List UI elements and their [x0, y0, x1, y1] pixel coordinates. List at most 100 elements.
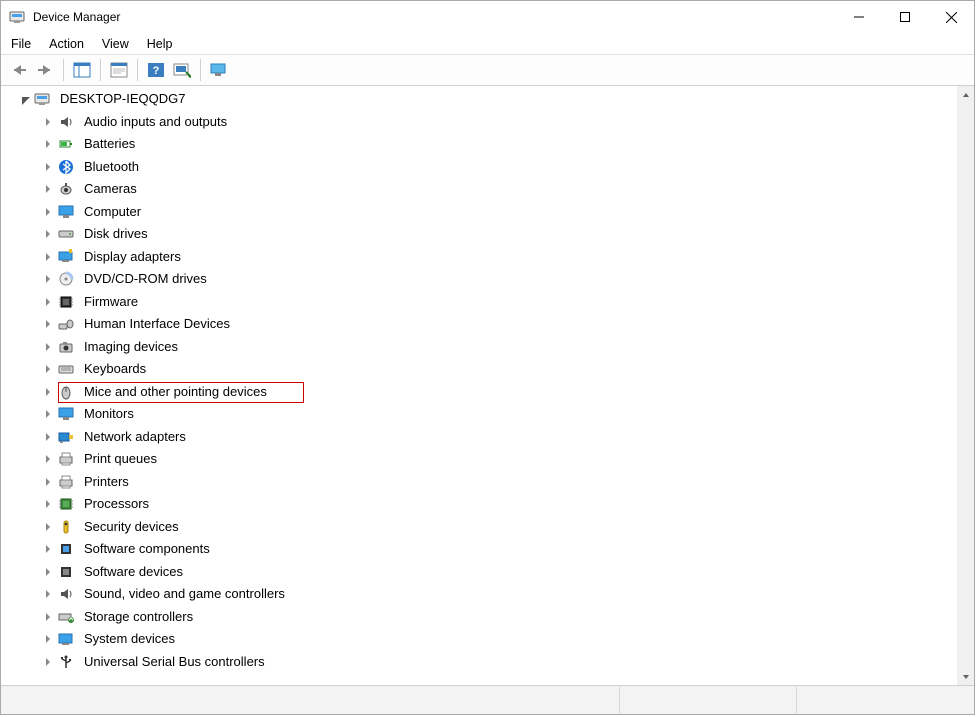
expand-toggle-icon[interactable]: [41, 632, 55, 646]
tree-item-network-adapters[interactable]: Network adapters: [5, 426, 957, 449]
tree-item-security-devices[interactable]: Security devices: [5, 516, 957, 539]
computer-icon: [57, 203, 75, 221]
expand-toggle-icon[interactable]: [41, 407, 55, 421]
expand-toggle-icon[interactable]: [41, 497, 55, 511]
software-components-icon: [57, 540, 75, 558]
toolbar-scan-hardware-button[interactable]: [170, 58, 194, 82]
toolbar-devices-and-printers-button[interactable]: [207, 58, 231, 82]
tree-item-software-devices[interactable]: Software devices: [5, 561, 957, 584]
tree-item-display-adapters[interactable]: Display adapters: [5, 246, 957, 269]
scroll-up-arrow[interactable]: [957, 86, 974, 103]
tree-item-imaging-devices[interactable]: Imaging devices: [5, 336, 957, 359]
expand-toggle-icon[interactable]: [41, 205, 55, 219]
expand-toggle-icon[interactable]: [41, 565, 55, 579]
tree-item-audio-inputs-and-outputs[interactable]: Audio inputs and outputs: [5, 111, 957, 134]
toolbar-help-button[interactable]: ?: [144, 58, 168, 82]
tree-item-label: Human Interface Devices: [81, 312, 233, 336]
cameras-icon: [57, 180, 75, 198]
menu-view[interactable]: View: [102, 37, 129, 51]
content-area: DESKTOP-IEQQDG7Audio inputs and outputsB…: [1, 86, 974, 686]
expand-toggle-icon[interactable]: [41, 385, 55, 399]
dvd-cd-rom-drives-icon: [57, 270, 75, 288]
expand-toggle-icon[interactable]: [41, 362, 55, 376]
tree-item-human-interface-devices[interactable]: Human Interface Devices: [5, 313, 957, 336]
tree-item-printers[interactable]: Printers: [5, 471, 957, 494]
expand-toggle-icon[interactable]: [41, 430, 55, 444]
tree-item-label: System devices: [81, 627, 178, 651]
tree-item-sound-video-and-game-controllers[interactable]: Sound, video and game controllers: [5, 583, 957, 606]
toolbar-show-hide-tree-button[interactable]: [70, 58, 94, 82]
expand-toggle-icon[interactable]: [41, 317, 55, 331]
menu-action[interactable]: Action: [49, 37, 84, 51]
expand-toggle-icon[interactable]: [41, 115, 55, 129]
tree-item-bluetooth[interactable]: Bluetooth: [5, 156, 957, 179]
expand-toggle-icon[interactable]: [41, 475, 55, 489]
tree-item-dvd-cd-rom-drives[interactable]: DVD/CD-ROM drives: [5, 268, 957, 291]
toolbar-separator: [100, 59, 101, 81]
statusbar: [1, 686, 974, 714]
tree-item-label: Bluetooth: [81, 155, 142, 179]
toolbar-separator: [63, 59, 64, 81]
scroll-track[interactable]: [957, 103, 974, 668]
tree-item-label: Disk drives: [81, 222, 151, 246]
system-devices-icon: [57, 630, 75, 648]
expand-toggle-icon[interactable]: [41, 272, 55, 286]
expand-toggle-icon[interactable]: [41, 655, 55, 669]
tree-item-label: DVD/CD-ROM drives: [81, 267, 210, 291]
expand-toggle-icon[interactable]: [41, 227, 55, 241]
tree-item-firmware[interactable]: Firmware: [5, 291, 957, 314]
network-adapters-icon: [57, 428, 75, 446]
tree-item-label: Batteries: [81, 132, 138, 156]
tree-root-node[interactable]: DESKTOP-IEQQDG7: [5, 88, 957, 111]
sound-video-and-game-controllers-icon: [57, 585, 75, 603]
processors-icon: [57, 495, 75, 513]
tree-item-storage-controllers[interactable]: Storage controllers: [5, 606, 957, 629]
tree-item-print-queues[interactable]: Print queues: [5, 448, 957, 471]
tree-item-cameras[interactable]: Cameras: [5, 178, 957, 201]
expand-toggle-icon[interactable]: [41, 520, 55, 534]
tree-item-mice-and-other-pointing-devices[interactable]: Mice and other pointing devices: [5, 381, 957, 404]
tree-pane[interactable]: DESKTOP-IEQQDG7Audio inputs and outputsB…: [1, 86, 957, 685]
toolbar-properties-button[interactable]: [107, 58, 131, 82]
device-manager-window: Device Manager File Action View Help: [0, 0, 975, 715]
expand-toggle-icon[interactable]: [41, 295, 55, 309]
menu-help[interactable]: Help: [147, 37, 173, 51]
tree-item-keyboards[interactable]: Keyboards: [5, 358, 957, 381]
menu-file[interactable]: File: [11, 37, 31, 51]
expand-toggle-icon[interactable]: [41, 542, 55, 556]
tree-item-monitors[interactable]: Monitors: [5, 403, 957, 426]
status-pane-3: [796, 686, 974, 714]
tree-item-batteries[interactable]: Batteries: [5, 133, 957, 156]
toolbar-forward-button[interactable]: [33, 58, 57, 82]
tree-root-label: DESKTOP-IEQQDG7: [57, 87, 188, 111]
expand-toggle-icon[interactable]: [41, 160, 55, 174]
toolbar-back-button[interactable]: [7, 58, 31, 82]
tree-item-computer[interactable]: Computer: [5, 201, 957, 224]
tree-item-label: Security devices: [81, 515, 182, 539]
tree-item-disk-drives[interactable]: Disk drives: [5, 223, 957, 246]
expand-toggle-icon[interactable]: [41, 340, 55, 354]
expand-toggle-icon[interactable]: [41, 610, 55, 624]
mice-and-other-pointing-devices-icon: [57, 383, 75, 401]
tree-item-label: Sound, video and game controllers: [81, 582, 288, 606]
minimize-button[interactable]: [836, 1, 882, 33]
close-button[interactable]: [928, 1, 974, 33]
tree-item-software-components[interactable]: Software components: [5, 538, 957, 561]
maximize-button[interactable]: [882, 1, 928, 33]
tree-item-processors[interactable]: Processors: [5, 493, 957, 516]
expand-toggle-icon[interactable]: [41, 587, 55, 601]
expand-toggle-icon[interactable]: [17, 92, 31, 106]
status-pane-1: [1, 686, 619, 714]
software-devices-icon: [57, 563, 75, 581]
scroll-down-arrow[interactable]: [957, 668, 974, 685]
expand-toggle-icon[interactable]: [41, 182, 55, 196]
titlebar: Device Manager: [1, 1, 974, 33]
expand-toggle-icon[interactable]: [41, 137, 55, 151]
expand-toggle-icon[interactable]: [41, 250, 55, 264]
tree-item-system-devices[interactable]: System devices: [5, 628, 957, 651]
tree-item-universal-serial-bus-controllers[interactable]: Universal Serial Bus controllers: [5, 651, 957, 674]
vertical-scrollbar[interactable]: [957, 86, 974, 685]
expand-toggle-icon[interactable]: [41, 452, 55, 466]
batteries-icon: [57, 135, 75, 153]
status-pane-2: [619, 686, 797, 714]
